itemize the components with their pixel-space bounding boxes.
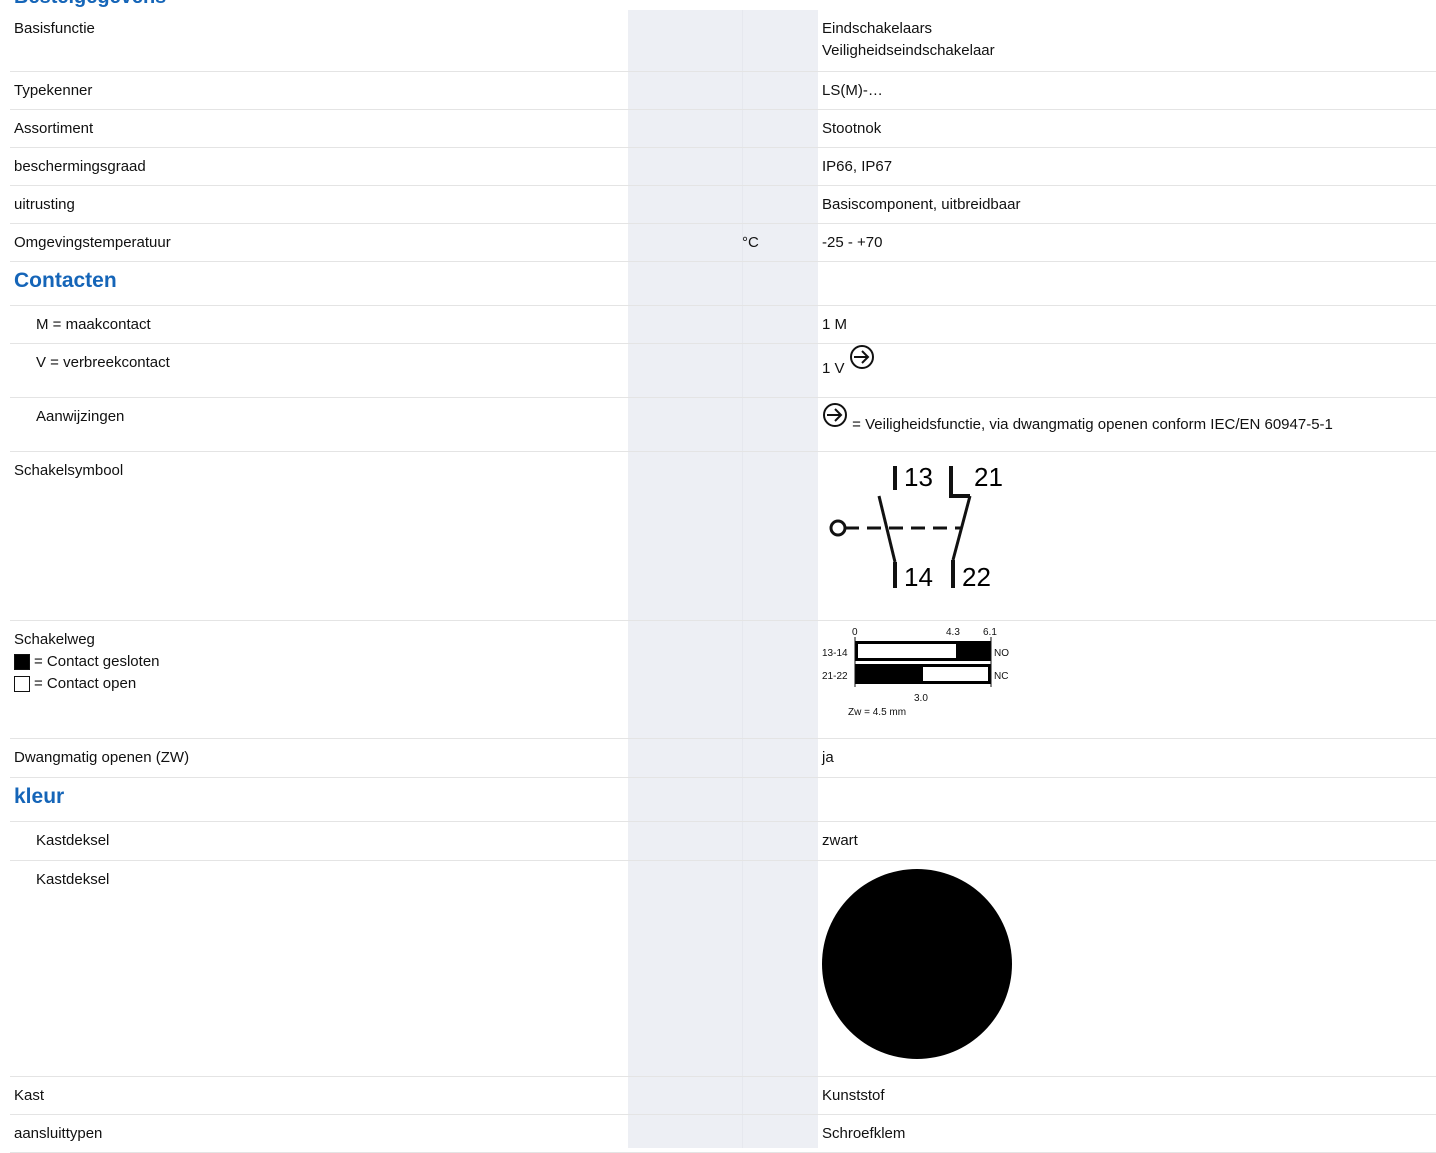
value-kast: Kunststof xyxy=(818,1076,1436,1115)
value-uitrusting: Basiscomponent, uitbreidbaar xyxy=(818,185,1436,224)
value-maakcontact: 1 M xyxy=(818,305,1436,344)
value-aansluittypen: Schroefklem xyxy=(818,1114,1436,1153)
row-omgevingstemperatuur: Omgevingstemperatuur °C -25 - +70 xyxy=(10,223,1436,262)
zw-label: Zw = 4.5 mm xyxy=(848,707,906,718)
label-dwangmatig: Dwangmatig openen (ZW) xyxy=(10,738,628,778)
label-no: NO xyxy=(994,648,1009,659)
value-dwangmatig: ja xyxy=(818,738,1436,778)
value-beschermingsgraad: IP66, IP67 xyxy=(818,147,1436,186)
row-label-13-14: 13-14 xyxy=(822,648,848,659)
value-kastdeksel: zwart xyxy=(818,821,1436,861)
spec-table: Basisfunctie Eindschakelaars Veiligheids… xyxy=(10,10,1436,1153)
terminal-14: 14 xyxy=(904,562,933,592)
tick-6-1: 6.1 xyxy=(983,627,997,638)
row-beschermingsgraad: beschermingsgraad IP66, IP67 xyxy=(10,147,1436,186)
label-schakelweg-cell: Schakelweg = Contact gesloten = Contact … xyxy=(10,620,628,739)
legend-open-text: = Contact open xyxy=(34,674,137,692)
row-kast: Kast Kunststof xyxy=(10,1076,1436,1115)
label-typekenner: Typekenner xyxy=(10,71,628,110)
label-aansluittypen: aansluittypen xyxy=(10,1114,628,1153)
value-verbreekcontact: 1 V xyxy=(822,359,845,377)
row-verbreekcontact: V = verbreekcontact 1 V xyxy=(10,343,1436,398)
row-basisfunctie: Basisfunctie Eindschakelaars Veiligheids… xyxy=(10,10,1436,72)
unit-celsius: °C xyxy=(742,223,818,262)
section-kleur: kleur xyxy=(10,777,628,822)
label-schakelsymbool: Schakelsymbool xyxy=(10,451,628,621)
value-schakelweg: 0 4.3 6.1 13-14 21-22 NO NC 3.0 Zw = 4.5… xyxy=(818,620,1436,739)
row-section-contacten: Contacten xyxy=(10,261,1436,306)
value-basisfunctie-1: Eindschakelaars xyxy=(822,20,933,37)
label-verbreekcontact: V = verbreekcontact xyxy=(10,343,628,398)
label-schakelweg: Schakelweg xyxy=(14,630,95,648)
legend-open: = Contact open xyxy=(14,673,624,695)
label-uitrusting: uitrusting xyxy=(10,185,628,224)
row-maakcontact: M = maakcontact 1 M xyxy=(10,305,1436,344)
page-heading: Bestelgegevens xyxy=(14,0,166,9)
value-typekenner: LS(M)-… xyxy=(818,71,1436,110)
row-dwangmatig: Dwangmatig openen (ZW) ja xyxy=(10,738,1436,778)
label-beschermingsgraad: beschermingsgraad xyxy=(10,147,628,186)
row-uitrusting: uitrusting Basiscomponent, uitbreidbaar xyxy=(10,185,1436,224)
row-aansluittypen: aansluittypen Schroefklem xyxy=(10,1114,1436,1153)
tick-0: 0 xyxy=(852,627,858,638)
swatch-open-icon xyxy=(14,675,30,692)
terminal-22: 22 xyxy=(962,562,991,592)
value-omgevingstemperatuur: -25 - +70 xyxy=(818,223,1436,262)
label-nc: NC xyxy=(994,671,1008,682)
cover-color-swatch xyxy=(822,868,1012,1059)
label-kastdeksel: Kastdeksel xyxy=(10,821,628,861)
row-aanwijzingen: Aanwijzingen = Veiligheidsfunctie, via d… xyxy=(10,397,1436,452)
value-basisfunctie-2: Veiligheidseindschakelaar xyxy=(822,42,995,59)
value-kastdeksel-image xyxy=(818,860,1436,1077)
legend-closed: = Contact gesloten xyxy=(14,651,624,673)
positive-opening-icon xyxy=(849,344,874,369)
value-assortiment: Stootnok xyxy=(818,109,1436,148)
label-kastdeksel-image: Kastdeksel xyxy=(10,860,628,1077)
value-basisfunctie: Eindschakelaars Veiligheidseindschakelaa… xyxy=(818,10,1436,72)
label-basisfunctie: Basisfunctie xyxy=(10,10,628,72)
value-schakelsymbool: 13 14 21 22 xyxy=(818,451,1436,621)
switch-symbol-diagram: 13 14 21 22 xyxy=(829,462,1003,592)
terminal-21: 21 xyxy=(974,462,1003,492)
value-aanwijzingen-cell: = Veiligheidsfunctie, via dwangmatig ope… xyxy=(818,397,1436,452)
terminal-13: 13 xyxy=(904,462,933,492)
row-label-21-22: 21-22 xyxy=(822,671,848,682)
label-kast: Kast xyxy=(10,1076,628,1115)
row-kastdeksel-2: Kastdeksel xyxy=(10,860,1436,1077)
tick-4-3: 4.3 xyxy=(946,627,960,638)
legend-closed-text: = Contact gesloten xyxy=(34,652,160,670)
tick-3-0: 3.0 xyxy=(914,693,928,704)
section-contacten: Contacten xyxy=(10,261,628,306)
label-maakcontact: M = maakcontact xyxy=(10,305,628,344)
swatch-closed-icon xyxy=(14,653,30,670)
row-kastdeksel-1: Kastdeksel zwart xyxy=(10,821,1436,861)
label-aanwijzingen: Aanwijzingen xyxy=(10,397,628,452)
row-schakelweg: Schakelweg = Contact gesloten = Contact … xyxy=(10,620,1436,739)
label-assortiment: Assortiment xyxy=(10,109,628,148)
label-omgevingstemperatuur: Omgevingstemperatuur xyxy=(10,223,628,262)
row-schakelsymbool: Schakelsymbool 13 14 21 22 xyxy=(10,451,1436,621)
switching-travel-diagram: 0 4.3 6.1 13-14 21-22 NO NC 3.0 Zw = 4.5… xyxy=(822,627,1009,718)
positive-opening-icon xyxy=(823,402,847,427)
value-verbreekcontact-cell: 1 V xyxy=(818,343,1436,398)
value-aanwijzingen: = Veiligheidsfunctie, via dwangmatig ope… xyxy=(852,415,1333,433)
row-assortiment: Assortiment Stootnok xyxy=(10,109,1436,148)
row-typekenner: Typekenner LS(M)-… xyxy=(10,71,1436,110)
row-section-kleur: kleur xyxy=(10,777,1436,822)
